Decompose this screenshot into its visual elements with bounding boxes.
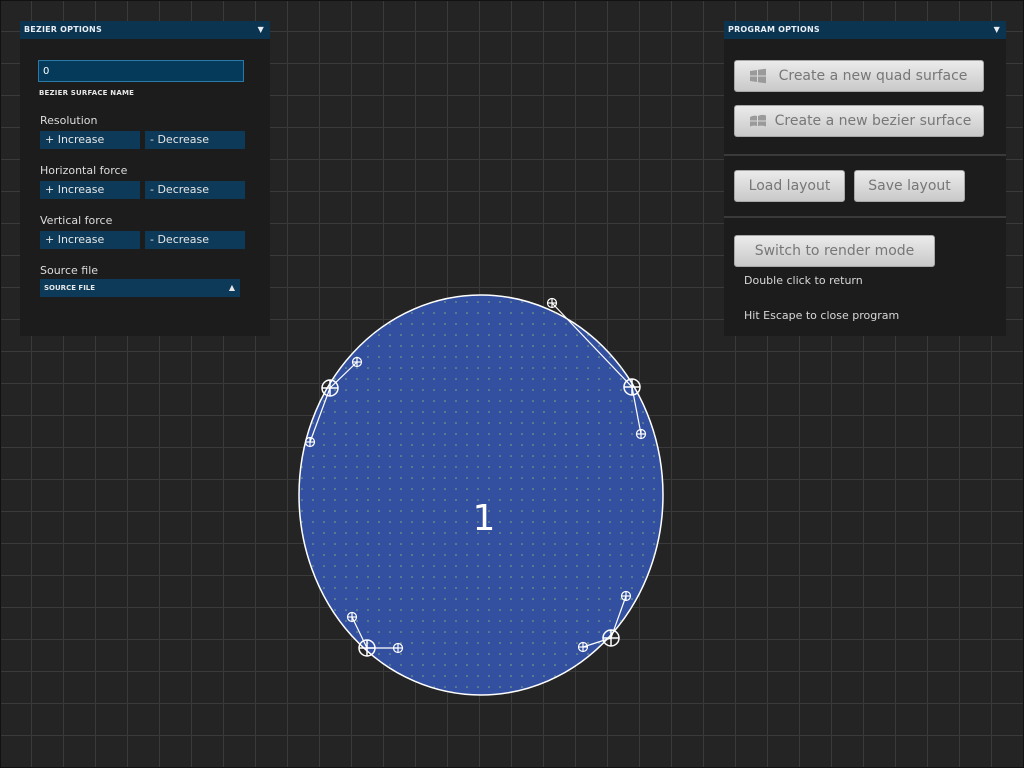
surface-label: 1 — [473, 498, 496, 539]
tangent-handle-icon[interactable] — [635, 428, 647, 440]
bezier-options-panel: BEZIER OPTIONS ▼ BEZIER SURFACE NAME Res… — [20, 21, 270, 336]
double-click-hint: Double click to return — [744, 274, 863, 287]
program-options-panel: PROGRAM OPTIONS ▼ Create a new quad surf… — [724, 21, 1006, 336]
horizontal-force-label: Horizontal force — [40, 164, 128, 177]
source-file-dropdown[interactable]: SOURCE FILE ▲ — [40, 279, 240, 297]
separator — [724, 154, 1006, 156]
resolution-decrease-button[interactable]: - Decrease — [145, 131, 245, 149]
escape-hint: Hit Escape to close program — [744, 309, 900, 322]
separator — [724, 216, 1006, 218]
tangent-handle-icon[interactable] — [346, 611, 358, 623]
bezier-surface-name-input[interactable] — [38, 60, 244, 82]
vertical-increase-button[interactable]: + Increase — [40, 231, 140, 249]
horizontal-increase-button[interactable]: + Increase — [40, 181, 140, 199]
create-bezier-surface-button[interactable]: Create a new bezier surface — [734, 105, 984, 137]
program-options-header[interactable]: PROGRAM OPTIONS ▼ — [724, 21, 1006, 39]
tangent-handle-icon[interactable] — [351, 356, 363, 368]
windows-logo-icon — [750, 114, 766, 127]
tangent-handle-icon[interactable] — [577, 641, 589, 653]
source-file-label: Source file — [40, 264, 99, 277]
save-layout-button[interactable]: Save layout — [854, 170, 965, 202]
create-quad-surface-button[interactable]: Create a new quad surface — [734, 60, 984, 92]
tangent-handle-icon[interactable] — [392, 642, 404, 654]
corner-handle-icon[interactable] — [602, 629, 620, 647]
triangle-down-icon[interactable]: ▼ — [258, 21, 264, 39]
triangle-up-icon: ▲ — [228, 283, 235, 292]
vertical-decrease-button[interactable]: - Decrease — [145, 231, 245, 249]
tangent-handle-icon[interactable] — [546, 297, 558, 309]
source-file-value: SOURCE FILE — [44, 284, 96, 292]
tangent-handle-icon[interactable] — [304, 436, 316, 448]
horizontal-decrease-button[interactable]: - Decrease — [145, 181, 245, 199]
corner-handle-icon[interactable] — [321, 379, 339, 397]
bezier-surface[interactable] — [298, 294, 664, 696]
bezier-options-title: BEZIER OPTIONS — [24, 25, 102, 34]
tangent-handle-icon[interactable] — [620, 590, 632, 602]
vertical-force-label: Vertical force — [40, 214, 113, 227]
corner-handle-icon[interactable] — [358, 639, 376, 657]
create-quad-surface-label: Create a new quad surface — [778, 68, 968, 84]
corner-handle-icon[interactable] — [623, 378, 641, 396]
bezier-surface-name-caption: BEZIER SURFACE NAME — [39, 89, 135, 97]
triangle-down-icon[interactable]: ▼ — [994, 21, 1000, 39]
load-layout-button[interactable]: Load layout — [734, 170, 845, 202]
switch-render-mode-button[interactable]: Switch to render mode — [734, 235, 935, 267]
windows-logo-icon — [750, 68, 766, 84]
program-options-title: PROGRAM OPTIONS — [728, 25, 820, 34]
bezier-options-header[interactable]: BEZIER OPTIONS ▼ — [20, 21, 270, 39]
resolution-label: Resolution — [40, 114, 98, 127]
resolution-increase-button[interactable]: + Increase — [40, 131, 140, 149]
create-bezier-surface-label: Create a new bezier surface — [774, 113, 972, 129]
